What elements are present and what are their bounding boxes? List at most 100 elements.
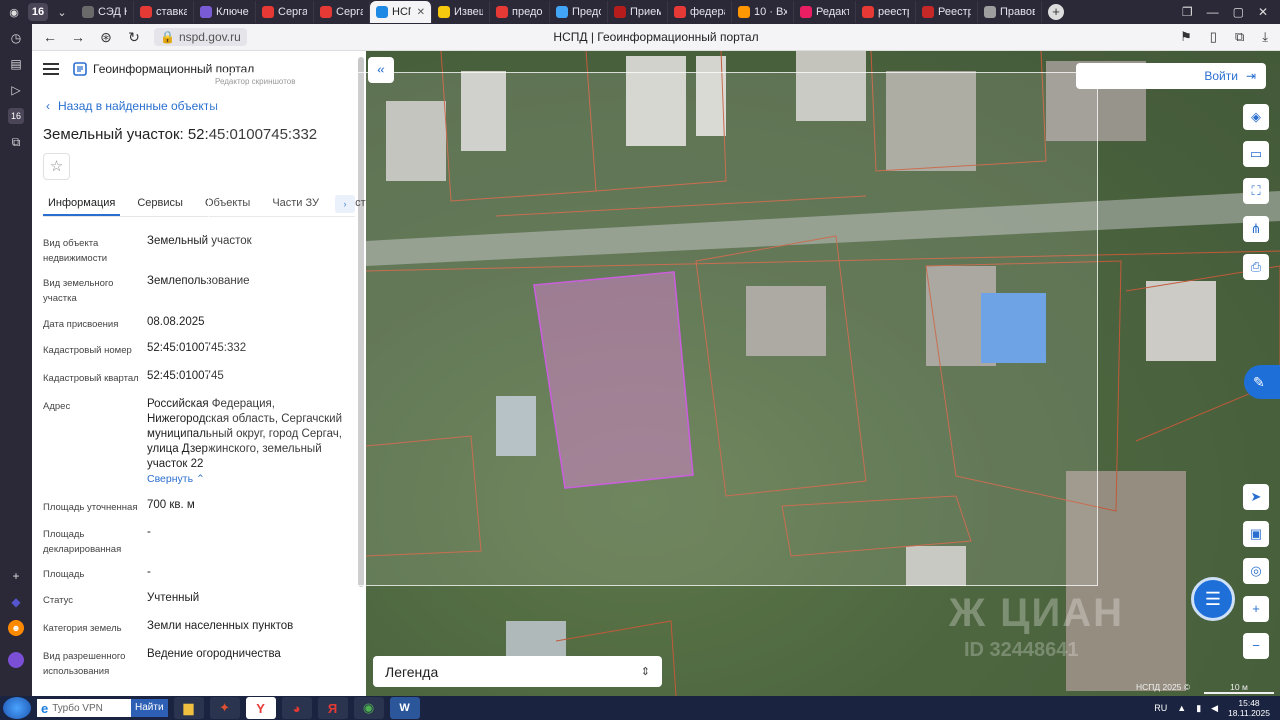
browser-tab[interactable]: реестр — [856, 1, 916, 23]
object-info-panel: Геоинформационный портал ‹ Назад в найде… — [32, 51, 366, 696]
menu-icon[interactable] — [43, 63, 59, 75]
zoom-in-button[interactable]: + — [1243, 596, 1269, 622]
print-icon[interactable]: ⎙ — [1243, 254, 1269, 280]
collapse-panel-button[interactable]: « — [368, 57, 394, 83]
play-icon[interactable]: ▷ — [8, 82, 24, 98]
browser-tab[interactable]: ставка — [134, 1, 194, 23]
favorite-star-button[interactable]: ☆ — [43, 153, 70, 180]
browser-tab[interactable]: НСПД ✕ — [370, 1, 432, 23]
login-button[interactable]: Войти ⇥ — [1076, 63, 1266, 89]
login-label: Войти — [1204, 69, 1238, 83]
tab-favicon-icon — [496, 6, 508, 18]
collapse-address-link[interactable]: Свернуть — [147, 473, 193, 485]
browser-tab[interactable]: СЭД На — [76, 1, 134, 23]
browser-tab[interactable]: Редакт — [794, 1, 856, 23]
property-label: Вид земельного участка — [43, 278, 114, 304]
browser-tab[interactable]: федера — [668, 1, 732, 23]
ext-icon[interactable]: ☻ — [8, 620, 24, 636]
browser-tab[interactable]: 10 · Вхо — [732, 1, 794, 23]
start-button[interactable] — [3, 697, 31, 719]
zoom-out-button[interactable]: − — [1243, 633, 1269, 659]
tray-arrow-icon[interactable]: ▲ — [1177, 703, 1186, 713]
bookmark-icon[interactable]: ⚑ — [1180, 29, 1192, 45]
history-icon[interactable]: ◷ — [8, 30, 24, 46]
browser-tab[interactable]: Прием — [608, 1, 668, 23]
property-label: Адрес — [43, 401, 71, 412]
tab-favicon-icon — [862, 6, 874, 18]
back-link-label: Назад в найденные объекты — [58, 99, 218, 113]
map-view[interactable]: Ж ЦИАН ID 32448641 « Войти ⇥ ◈ ▭ ⛶ ⋔ ⎙ ✎… — [366, 51, 1280, 696]
alice-icon[interactable] — [8, 652, 24, 668]
browser-tab[interactable]: Сергач — [256, 1, 314, 23]
minimap-icon[interactable]: ▣ — [1243, 521, 1269, 547]
browser-tab[interactable]: Ключев — [194, 1, 256, 23]
chrome-icon[interactable]: ◕ — [281, 697, 312, 719]
download-icon[interactable]: ⤓ — [1262, 29, 1268, 45]
back-to-results-link[interactable]: ‹ Назад в найденные объекты — [46, 99, 218, 113]
browser-menu-icon[interactable]: ◉ — [4, 3, 24, 21]
share-icon[interactable]: ⋔ — [1243, 216, 1269, 242]
tab-label: Редакт — [816, 6, 849, 18]
browser-tab[interactable]: Правов — [978, 1, 1042, 23]
tab-counter-badge[interactable]: 16 — [28, 3, 48, 21]
panel-scrollbar[interactable] — [358, 57, 364, 587]
legend-dropdown[interactable]: Легенда ⇕ — [373, 656, 662, 687]
language-indicator[interactable]: RU — [1154, 703, 1167, 713]
back-arrow-icon[interactable]: ← — [40, 27, 60, 47]
property-value: Землепользование — [147, 275, 250, 287]
new-tab-button[interactable]: + — [1048, 4, 1064, 20]
network-icon[interactable]: ▮ — [1196, 703, 1201, 714]
browser-tab[interactable]: Извещ — [432, 1, 490, 23]
downloads-icon[interactable]: ⧉ — [8, 134, 24, 150]
minimize-icon[interactable]: — — [1207, 5, 1219, 19]
portal-logo-icon — [73, 62, 87, 76]
tabs-scroll-right-icon[interactable]: › — [335, 195, 355, 213]
info-tab[interactable]: Объекты — [200, 191, 255, 216]
window-controls: ❐ — ▢ ✕ — [1182, 5, 1280, 19]
url-field[interactable]: 🔒 nspd.gov.ru — [154, 28, 247, 46]
tab-label: Реестр — [938, 6, 971, 18]
browser-tab[interactable]: Сергач — [314, 1, 370, 23]
property-value: Ведение огородничества — [147, 648, 281, 660]
browser-tab[interactable]: предос — [490, 1, 550, 23]
yandex-icon[interactable]: Я — [317, 697, 348, 719]
word-icon[interactable]: W — [389, 697, 420, 719]
yandex-browser-icon[interactable]: Y — [245, 697, 276, 719]
select-area-icon[interactable]: ⛶ — [1243, 178, 1269, 204]
layers-icon[interactable]: ◈ — [1243, 104, 1269, 130]
property-label: Вид объекта недвижимости — [43, 238, 108, 264]
map-copyright: НСПД 2025 © — [1136, 682, 1191, 692]
info-tab[interactable]: Сервисы — [132, 191, 188, 216]
reader-icon[interactable]: ▯ — [1210, 29, 1217, 45]
browser-tab[interactable]: Реестр — [916, 1, 978, 23]
taskbar-search-button[interactable]: Найти — [131, 699, 168, 717]
tabs-dropdown-icon[interactable]: ⌄ — [52, 3, 72, 21]
reload-icon[interactable]: ↻ — [124, 27, 144, 47]
info-tab[interactable]: Части ЗУ — [267, 191, 324, 216]
volume-icon[interactable]: ◀ — [1211, 703, 1218, 714]
locate-icon[interactable]: ➤ — [1243, 484, 1269, 510]
extensions-icon[interactable]: ⧉ — [1235, 29, 1244, 45]
taskbar-search-field[interactable]: e Турбо VPN — [37, 699, 131, 717]
add-panel-icon[interactable]: + — [8, 568, 24, 584]
notes-icon[interactable]: ▤ — [8, 56, 24, 72]
clock[interactable]: 15:48 18.11.2025 — [1228, 698, 1270, 718]
maximize-icon[interactable]: ▢ — [1233, 5, 1244, 19]
clock-time: 15:48 — [1238, 698, 1260, 708]
close-window-icon[interactable]: ✕ — [1258, 5, 1268, 19]
forward-arrow-icon[interactable]: → — [68, 27, 88, 47]
chat-support-button[interactable]: ☰ — [1191, 577, 1235, 621]
browser-tab[interactable]: Предос — [550, 1, 608, 23]
ruler-icon[interactable]: ▭ — [1243, 141, 1269, 167]
app-switch-icon[interactable]: ✦ — [209, 697, 240, 719]
tab-counter-icon[interactable]: 16 — [8, 108, 24, 124]
google-icon[interactable]: ◉ — [353, 697, 384, 719]
collections-icon[interactable]: ❐ — [1182, 5, 1193, 19]
geolocation-icon[interactable]: ◎ — [1243, 558, 1269, 584]
file-explorer-icon[interactable]: ▆ — [173, 697, 204, 719]
protect-icon[interactable]: ⊛ — [96, 27, 116, 47]
info-tab[interactable]: Информация — [43, 191, 121, 216]
feedback-tab-icon[interactable]: ✎ — [1244, 365, 1280, 399]
tab-close-icon[interactable]: ✕ — [417, 7, 425, 18]
app-icon[interactable]: ◆ — [8, 594, 24, 610]
